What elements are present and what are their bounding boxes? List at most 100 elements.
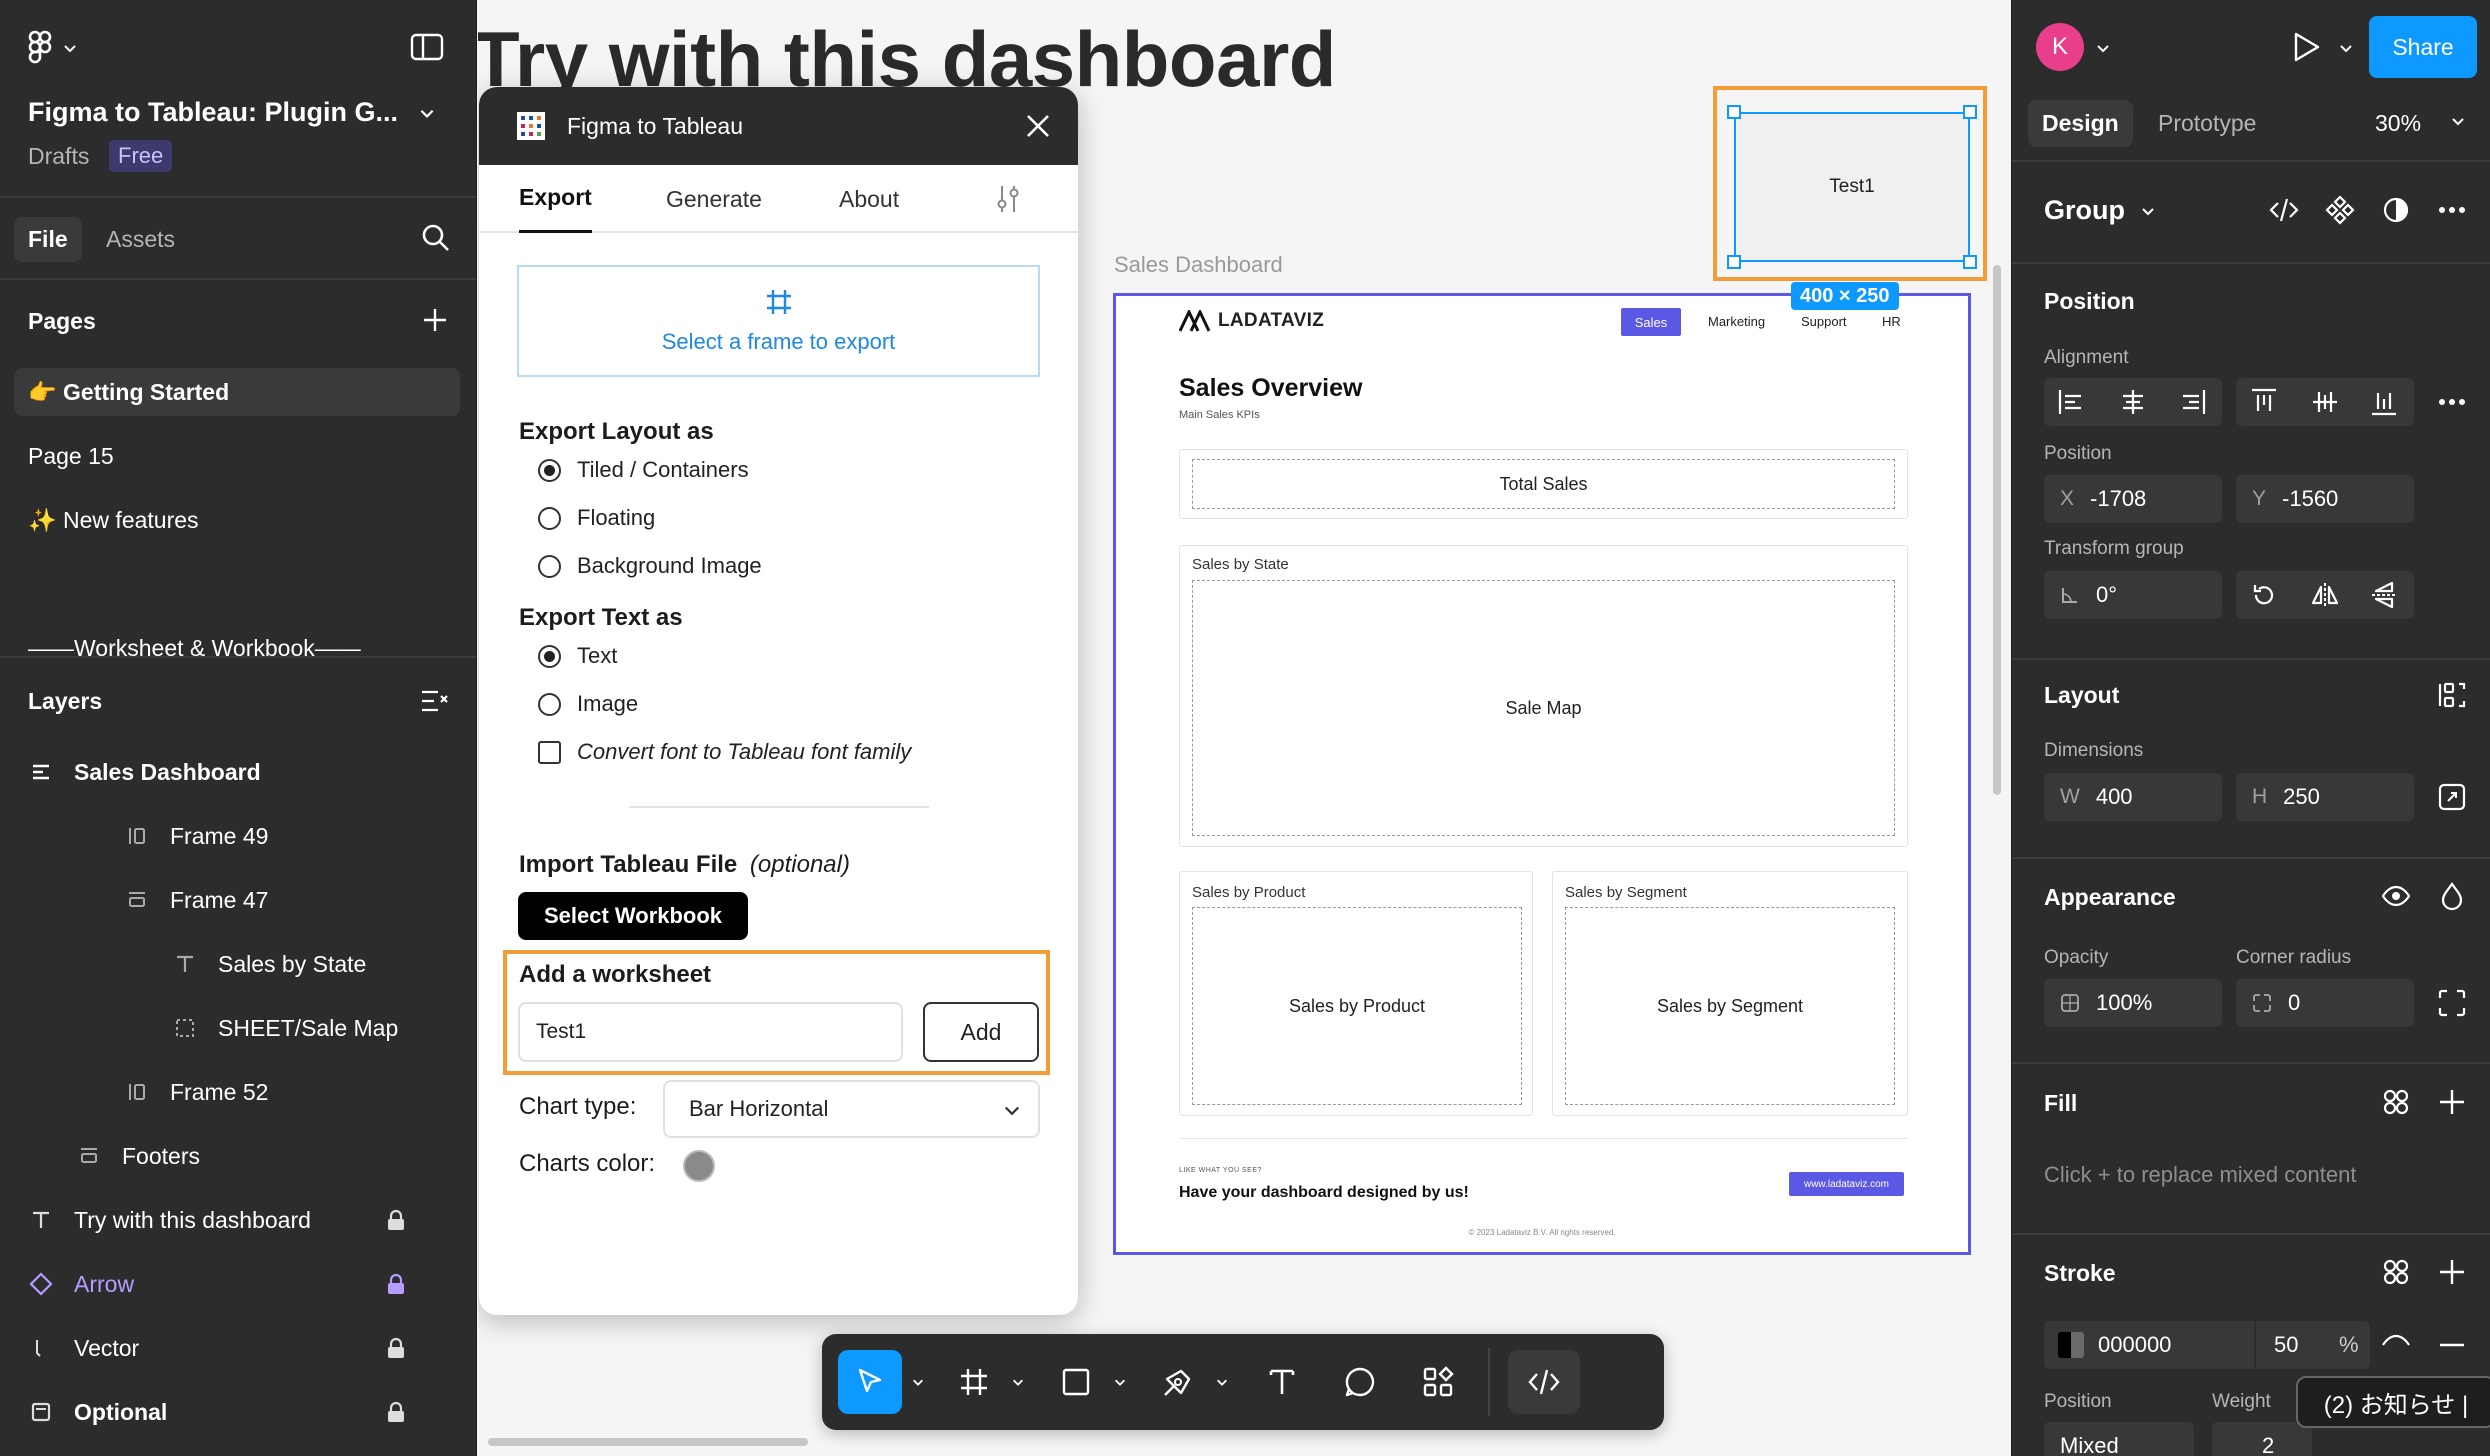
present-chevron-icon[interactable] [2338, 40, 2354, 56]
radio-tiled-containers[interactable]: Tiled / Containers [538, 457, 749, 483]
select-frame-box[interactable]: Select a frame to export [517, 265, 1040, 377]
tab-file[interactable]: File [14, 217, 82, 262]
lock-icon[interactable] [386, 1273, 406, 1295]
component-icon[interactable] [2324, 194, 2356, 226]
file-menu-chevron-icon[interactable] [418, 104, 436, 122]
fill-styles-icon[interactable] [2380, 1086, 2412, 1118]
remove-stroke-icon[interactable] [2436, 1329, 2468, 1361]
nav-hr[interactable]: HR [1882, 314, 1901, 329]
constrain-proportions-icon[interactable] [2436, 781, 2468, 813]
selection-type[interactable]: Group [2044, 195, 2125, 226]
frame-label-sales-dashboard[interactable]: Sales Dashboard [1114, 252, 1283, 278]
rotation-field[interactable]: 0° [2044, 571, 2222, 619]
add-page-icon[interactable] [420, 305, 450, 335]
tab-export[interactable]: Export [519, 165, 592, 233]
tab-assets[interactable]: Assets [106, 226, 175, 253]
text-tool[interactable] [1252, 1350, 1312, 1414]
visibility-eye-icon[interactable] [2380, 880, 2412, 912]
frame-tool[interactable] [946, 1350, 1002, 1414]
zoom-level[interactable]: 30% [2375, 110, 2421, 137]
add-worksheet-button[interactable]: Add [923, 1002, 1039, 1062]
corner-radius-field[interactable]: 0 [2236, 979, 2414, 1027]
flip-horizontal-icon[interactable] [2309, 579, 2341, 611]
layer-footers[interactable]: Footers [76, 1130, 200, 1182]
figma-menu-icon[interactable] [26, 30, 82, 66]
add-stroke-icon[interactable] [2436, 1256, 2468, 1288]
resize-handle[interactable] [1727, 105, 1741, 119]
footer-website-button[interactable]: www.ladataviz.com [1789, 1172, 1904, 1196]
stroke-visibility-icon[interactable] [2380, 1329, 2412, 1361]
page-getting-started[interactable]: 👉 Getting Started [14, 368, 460, 416]
align-right-icon[interactable] [2176, 386, 2208, 418]
stroke-styles-icon[interactable] [2380, 1256, 2412, 1288]
layer-frame-49[interactable]: Frame 49 [124, 810, 268, 862]
selected-group-test1[interactable]: Test1 [1734, 112, 1970, 262]
charts-color-swatch[interactable] [683, 1150, 715, 1182]
page-15[interactable]: Page 15 [14, 432, 460, 480]
resize-handle[interactable] [1963, 255, 1977, 269]
lock-icon[interactable] [386, 1401, 406, 1423]
nav-support[interactable]: Support [1801, 314, 1847, 329]
pen-tool[interactable] [1150, 1350, 1206, 1414]
sales-dashboard-frame[interactable]: LADATAVIZ Sales Marketing Support HR Sal… [1113, 293, 1971, 1255]
page-new-features[interactable]: ✨ New features [14, 496, 460, 544]
align-center-horizontal-icon[interactable] [2117, 386, 2149, 418]
pen-tool-dropdown[interactable] [1210, 1350, 1234, 1414]
stroke-weight-field[interactable]: 2 [2212, 1422, 2312, 1456]
tab-about[interactable]: About [839, 165, 899, 233]
horizontal-scrollbar[interactable] [488, 1438, 808, 1446]
notification-badge[interactable]: (2) お知らせ | [2296, 1376, 2490, 1428]
layer-sheet-sale-map[interactable]: SHEET/Sale Map [172, 1002, 398, 1054]
canvas[interactable]: Try with this dashboard Figma to Tableau… [478, 0, 2011, 1456]
selection-type-chevron-icon[interactable] [2140, 203, 2156, 219]
radio-floating[interactable]: Floating [538, 505, 655, 531]
x-position-field[interactable]: X -1708 [2044, 475, 2222, 523]
frame-tool-dropdown[interactable] [1006, 1350, 1030, 1414]
collapse-layers-icon[interactable] [420, 688, 450, 714]
align-middle-icon[interactable] [2309, 386, 2341, 418]
resize-handle[interactable] [1727, 255, 1741, 269]
stroke-position-select[interactable]: Mixed [2044, 1422, 2194, 1456]
more-alignment-icon[interactable] [2436, 386, 2468, 418]
close-icon[interactable] [1024, 112, 1052, 140]
code-icon[interactable] [2268, 194, 2300, 226]
radio-image[interactable]: Image [538, 691, 638, 717]
stroke-color-field[interactable]: 000000 50 % [2044, 1321, 2370, 1369]
align-bottom-icon[interactable] [2368, 386, 2400, 418]
more-options-icon[interactable] [2436, 194, 2468, 226]
file-location[interactable]: Drafts [28, 143, 89, 170]
avatar-chevron-icon[interactable] [2095, 40, 2111, 56]
height-field[interactable]: H 250 [2236, 773, 2414, 821]
file-name[interactable]: Figma to Tableau: Plugin G... [28, 97, 398, 128]
rectangle-tool[interactable] [1048, 1350, 1104, 1414]
search-icon[interactable] [420, 222, 452, 254]
layer-sales-dashboard[interactable]: Sales Dashboard [28, 746, 261, 798]
lock-icon[interactable] [386, 1337, 406, 1359]
nav-sales[interactable]: Sales [1621, 308, 1681, 336]
stroke-swatch[interactable] [2058, 1332, 2084, 1358]
width-field[interactable]: W 400 [2044, 773, 2222, 821]
resources-tool[interactable] [1408, 1350, 1468, 1414]
opacity-field[interactable]: 100% [2044, 979, 2222, 1027]
worksheet-input[interactable]: Test1 [518, 1002, 903, 1062]
blend-mode-drop-icon[interactable] [2436, 880, 2468, 912]
add-fill-icon[interactable] [2436, 1086, 2468, 1118]
vertical-scrollbar[interactable] [1993, 265, 2001, 795]
rectangle-tool-dropdown[interactable] [1108, 1350, 1132, 1414]
layer-arrow[interactable]: Arrow [28, 1258, 134, 1310]
layer-vector[interactable]: Vector [28, 1322, 139, 1374]
auto-layout-icon[interactable] [2436, 679, 2468, 711]
sidebar-toggle-icon[interactable] [410, 32, 444, 62]
move-tool-dropdown[interactable] [906, 1350, 930, 1414]
flip-vertical-icon[interactable] [2368, 579, 2400, 611]
nav-marketing[interactable]: Marketing [1708, 314, 1765, 329]
tab-design[interactable]: Design [2028, 100, 2133, 147]
share-button[interactable]: Share [2369, 16, 2477, 78]
y-position-field[interactable]: Y -1560 [2236, 475, 2414, 523]
independent-corners-icon[interactable] [2436, 987, 2468, 1019]
tab-generate[interactable]: Generate [666, 165, 762, 233]
align-left-icon[interactable] [2056, 386, 2088, 418]
layer-optional[interactable]: Optional [28, 1386, 167, 1438]
avatar[interactable]: K [2036, 23, 2084, 71]
radio-text[interactable]: Text [538, 643, 617, 669]
